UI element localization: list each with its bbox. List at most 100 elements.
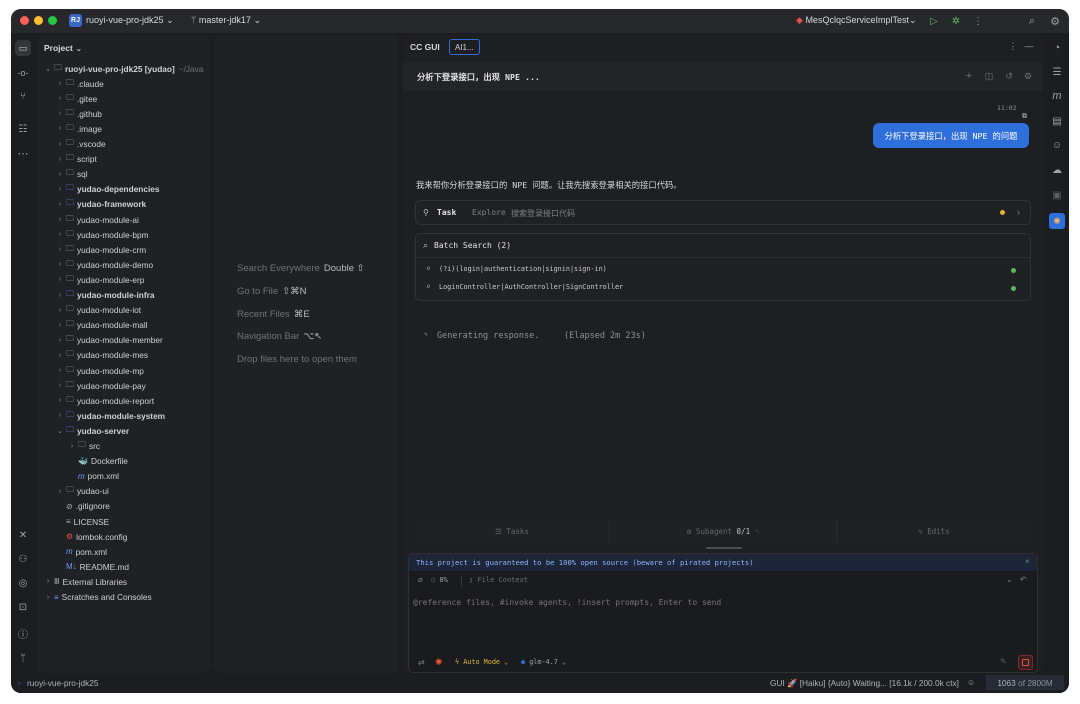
batch-search-item[interactable]: ⌕ LoginController|AuthController|SignCont… bbox=[416, 282, 1030, 296]
mode-selector[interactable]: ϟ Auto Mode ⌄ bbox=[455, 658, 508, 666]
chevron-right-icon[interactable]: › bbox=[56, 337, 64, 344]
tree-item[interactable]: › 🗀 src bbox=[37, 439, 100, 454]
chevron-down-icon[interactable]: ⌄ bbox=[1006, 575, 1013, 584]
chevron-right-icon[interactable]: › bbox=[56, 95, 64, 102]
chevron-right-icon[interactable]: › bbox=[56, 352, 64, 359]
tree-item[interactable]: › 🗀 yudao-ui bbox=[37, 484, 109, 499]
copilot-icon[interactable]: ☺ bbox=[1049, 137, 1065, 153]
tree-item[interactable]: › 🗀 yudao-module-iot bbox=[37, 303, 141, 318]
branch-switcher[interactable]: ᛘ master-jdk17 ⌄ bbox=[191, 15, 261, 26]
minimize-panel-icon[interactable]: — bbox=[1023, 40, 1035, 52]
tree-item[interactable]: › 🗀 .vscode bbox=[37, 137, 106, 152]
close-icon[interactable]: × bbox=[1025, 557, 1030, 566]
chevron-right-icon[interactable]: › bbox=[56, 156, 64, 163]
close-window-button[interactable] bbox=[20, 16, 29, 25]
tree-item[interactable]: › 🗀 yudao-module-ai bbox=[37, 212, 139, 227]
maven-icon[interactable]: m bbox=[1049, 88, 1065, 104]
database-icon[interactable]: ☰ bbox=[1049, 64, 1065, 80]
chevron-right-icon[interactable]: › bbox=[44, 594, 52, 601]
chevron-right-icon[interactable]: › bbox=[56, 231, 64, 238]
session-settings-icon[interactable]: ⚙ bbox=[1022, 70, 1034, 82]
chevron-right-icon[interactable]: › bbox=[56, 246, 64, 253]
chevron-right-icon[interactable]: › bbox=[56, 276, 64, 283]
tree-item[interactable]: › 🗀 yudao-module-crm bbox=[37, 242, 146, 257]
git-icon[interactable]: ᛘ bbox=[15, 650, 31, 666]
chevron-right-icon[interactable]: › bbox=[68, 443, 76, 450]
tree-item[interactable]: › 🗀 yudao-module-report bbox=[37, 393, 154, 408]
history-icon[interactable]: ↺ bbox=[1003, 70, 1015, 82]
tree-item[interactable]: › 🗀 sql bbox=[37, 167, 88, 182]
tree-item[interactable]: › 🗀 yudao-module-infra bbox=[37, 288, 155, 303]
notifications-icon[interactable]: ◔ bbox=[1049, 40, 1065, 56]
zoom-window-button[interactable] bbox=[48, 16, 57, 25]
chevron-right-icon[interactable]: › bbox=[56, 367, 64, 374]
edits-tab[interactable]: ✎ Edits bbox=[837, 519, 1031, 543]
tree-item[interactable]: ≡ LICENSE bbox=[37, 514, 109, 529]
project-panel-header[interactable]: Project ⌄ bbox=[44, 43, 82, 54]
chevron-down-icon[interactable]: ⌄ bbox=[56, 427, 64, 435]
tree-item[interactable]: › 🗀 .image bbox=[37, 121, 102, 136]
cloud-icon[interactable]: ☁ bbox=[1049, 162, 1065, 178]
debug-icon[interactable]: ✲ bbox=[949, 14, 963, 28]
chevron-right-icon[interactable]: › bbox=[56, 80, 64, 87]
stop-button[interactable] bbox=[1018, 655, 1033, 670]
problems-icon[interactable]: ⓘ bbox=[15, 625, 31, 641]
tree-item[interactable]: › 🗀 script bbox=[37, 152, 97, 167]
resize-handle[interactable] bbox=[706, 547, 742, 549]
tree-item[interactable]: › 🗀 yudao-module-mes bbox=[37, 348, 148, 363]
chevron-right-icon[interactable]: › bbox=[56, 292, 64, 299]
settings-icon[interactable]: ⚙ bbox=[1048, 14, 1062, 28]
status-path[interactable]: ruoyi-vue-pro-jdk25 bbox=[27, 678, 98, 688]
toggle-icon[interactable]: ⇄ bbox=[418, 658, 425, 667]
wand-icon[interactable]: ✎ bbox=[1000, 657, 1007, 666]
chevron-right-icon[interactable]: › bbox=[56, 171, 64, 178]
chevron-right-icon[interactable]: › bbox=[56, 110, 64, 117]
chevron-right-icon[interactable]: › bbox=[44, 578, 52, 585]
more-options-icon[interactable]: ⋮ bbox=[1007, 40, 1019, 52]
chevron-down-icon[interactable]: ⌄ bbox=[44, 65, 52, 73]
tree-item[interactable]: ⊘ .gitignore bbox=[37, 499, 110, 514]
status-agent-info[interactable]: GUI 🚀 [Haiku] {Auto} Waiting... [16.1k /… bbox=[770, 678, 959, 689]
tree-item[interactable]: › ≡ Scratches and Consoles bbox=[37, 590, 152, 605]
tree-item[interactable]: m pom.xml bbox=[37, 469, 119, 484]
tree-item[interactable]: › 🗀 yudao-module-erp bbox=[37, 272, 145, 287]
more-actions-icon[interactable]: ⋮ bbox=[971, 14, 985, 28]
tree-item[interactable]: › 🗀 yudao-dependencies bbox=[37, 182, 160, 197]
tab-ai1[interactable]: AI1... bbox=[449, 39, 480, 55]
tasks-tab[interactable]: ☰ Tasks bbox=[415, 519, 609, 543]
split-view-icon[interactable]: ◫ bbox=[983, 70, 995, 82]
tree-item[interactable]: › 🗀 yudao-module-mall bbox=[37, 318, 148, 333]
tree-item[interactable]: › 🗀 yudao-framework bbox=[37, 197, 146, 212]
search-icon[interactable]: ⌕ bbox=[1025, 14, 1039, 28]
chevron-right-icon[interactable]: › bbox=[56, 186, 64, 193]
subagent-tab[interactable]: ⚙ Subagent 0/1 ◝ bbox=[609, 519, 837, 543]
chevron-right-icon[interactable]: › bbox=[56, 141, 64, 148]
model-selector[interactable]: ● glm-4.7 ⌄ bbox=[521, 658, 566, 666]
ai-assistant-icon[interactable]: ▣ bbox=[1049, 187, 1065, 203]
new-session-icon[interactable]: + bbox=[963, 70, 975, 82]
chevron-right-icon[interactable]: › bbox=[56, 125, 64, 132]
pull-requests-icon[interactable]: ⑂ bbox=[15, 88, 31, 104]
memory-indicator[interactable]: 1063 of 2800M bbox=[986, 675, 1064, 690]
undo-icon[interactable]: ↶ bbox=[1020, 575, 1027, 584]
terminal-icon[interactable]: ⊡ bbox=[15, 599, 31, 615]
run-tool-icon[interactable]: ◎ bbox=[15, 575, 31, 591]
tree-item[interactable]: › 🗀 yudao-module-bpm bbox=[37, 227, 149, 242]
chevron-right-icon[interactable]: › bbox=[56, 201, 64, 208]
tree-item[interactable]: M↓ README.md bbox=[37, 559, 129, 574]
copilot-status-icon[interactable]: ☺ bbox=[967, 678, 975, 687]
tree-item[interactable]: m pom.xml bbox=[37, 544, 107, 559]
minimize-window-button[interactable] bbox=[34, 16, 43, 25]
tree-item[interactable]: › 🗀 .github bbox=[37, 106, 102, 121]
chevron-right-icon[interactable]: › bbox=[56, 397, 64, 404]
tree-item[interactable]: ⌄ 🗀 yudao-server bbox=[37, 423, 129, 438]
project-switcher[interactable]: ruoyi-vue-pro-jdk25 ⌄ bbox=[86, 15, 174, 26]
chevron-right-icon[interactable]: › bbox=[56, 382, 64, 389]
cc-gui-icon[interactable]: ✺ bbox=[1049, 213, 1065, 229]
chevron-right-icon[interactable]: › bbox=[56, 216, 64, 223]
prompt-input[interactable] bbox=[413, 594, 1028, 610]
task-card[interactable]: ⚲ Task Explore 搜索登录接口代码 › bbox=[415, 200, 1031, 225]
chevron-right-icon[interactable]: › bbox=[56, 488, 64, 495]
tree-item[interactable]: ⌄ 🗀 ruoyi-vue-pro-jdk25 [yudao] ~/Java bbox=[37, 61, 203, 76]
tree-item[interactable]: › 🗀 .gitee bbox=[37, 91, 97, 106]
